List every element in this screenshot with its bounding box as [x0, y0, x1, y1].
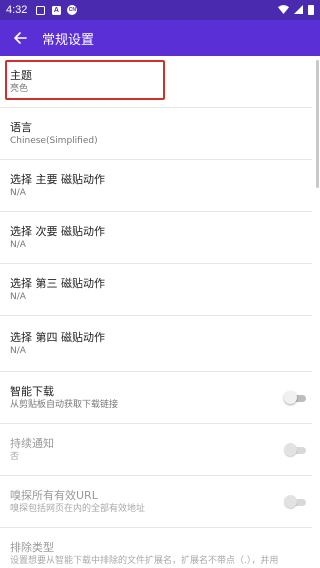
setting-title: 选择 主要 磁贴动作: [10, 172, 105, 186]
setting-title: 选择 第四 磁贴动作: [10, 330, 105, 344]
persistent-notification-toggle: [284, 442, 308, 457]
a-icon: A: [51, 5, 61, 15]
status-system-icons: [278, 4, 314, 17]
signal-icon: [294, 4, 303, 17]
settings-list: 主题 亮色 语言 Chinese(Simplified) 选择 主要 磁贴动作 …: [0, 56, 312, 568]
setting-subtitle: N/A: [10, 239, 26, 250]
status-time: 4:32: [6, 4, 28, 16]
battery-icon: [308, 5, 314, 15]
setting-title: 嗅探所有有效URL: [10, 488, 98, 502]
setting-subtitle: 嗅探包括网页在内的全部有效地址: [10, 503, 146, 514]
setting-secondary-tile-action[interactable]: 选择 次要 磁贴动作 N/A: [0, 212, 312, 264]
setting-title: 排除类型: [10, 541, 54, 554]
setting-third-tile-action[interactable]: 选择 第三 磁贴动作 N/A: [0, 264, 312, 316]
setting-subtitle: 设置想要从智能下载中排除的文件扩展名，扩展名不带点（.），并用: [10, 556, 279, 566]
smart-download-toggle[interactable]: [284, 390, 308, 405]
setting-language[interactable]: 语言 Chinese(Simplified): [0, 108, 312, 160]
setting-subtitle: N/A: [10, 187, 26, 198]
setting-exclude-types[interactable]: 排除类型 设置想要从智能下载中排除的文件扩展名，扩展名不带点（.），并用: [0, 528, 312, 568]
back-arrow-icon[interactable]: [0, 20, 40, 56]
sniff-all-urls-toggle: [284, 494, 308, 509]
setting-title: 智能下载: [10, 384, 54, 398]
setting-title: 选择 次要 磁贴动作: [10, 224, 105, 238]
gallery-icon: [35, 5, 45, 15]
setting-primary-tile-action[interactable]: 选择 主要 磁贴动作 N/A: [0, 160, 312, 212]
setting-title: 持续通知: [10, 436, 54, 450]
status-notification-icons: A CN: [35, 5, 78, 15]
wifi-icon: [278, 4, 289, 17]
language-highlight-box: [5, 60, 165, 100]
app-bar: 常规设置: [0, 20, 320, 56]
setting-subtitle: Chinese(Simplified): [10, 135, 98, 146]
page-title: 常规设置: [42, 32, 95, 48]
setting-persistent-notification: 持续通知 否: [0, 424, 312, 476]
setting-subtitle: N/A: [10, 345, 26, 356]
setting-subtitle: 否: [10, 451, 20, 462]
setting-title: 语言: [10, 120, 32, 134]
scrollbar[interactable]: [316, 60, 319, 188]
setting-smart-download[interactable]: 智能下载 从剪贴板自动获取下载链接: [0, 372, 312, 424]
setting-title: 选择 第三 磁贴动作: [10, 276, 105, 290]
cn-icon: CN: [67, 5, 78, 15]
setting-sniff-all-urls: 嗅探所有有效URL 嗅探包括网页在内的全部有效地址: [0, 476, 312, 528]
setting-fourth-tile-action[interactable]: 选择 第四 磁贴动作 N/A: [0, 316, 312, 372]
setting-subtitle: N/A: [10, 291, 26, 302]
setting-subtitle: 从剪贴板自动获取下载链接: [10, 399, 119, 410]
status-bar: 4:32 A CN: [0, 0, 320, 20]
